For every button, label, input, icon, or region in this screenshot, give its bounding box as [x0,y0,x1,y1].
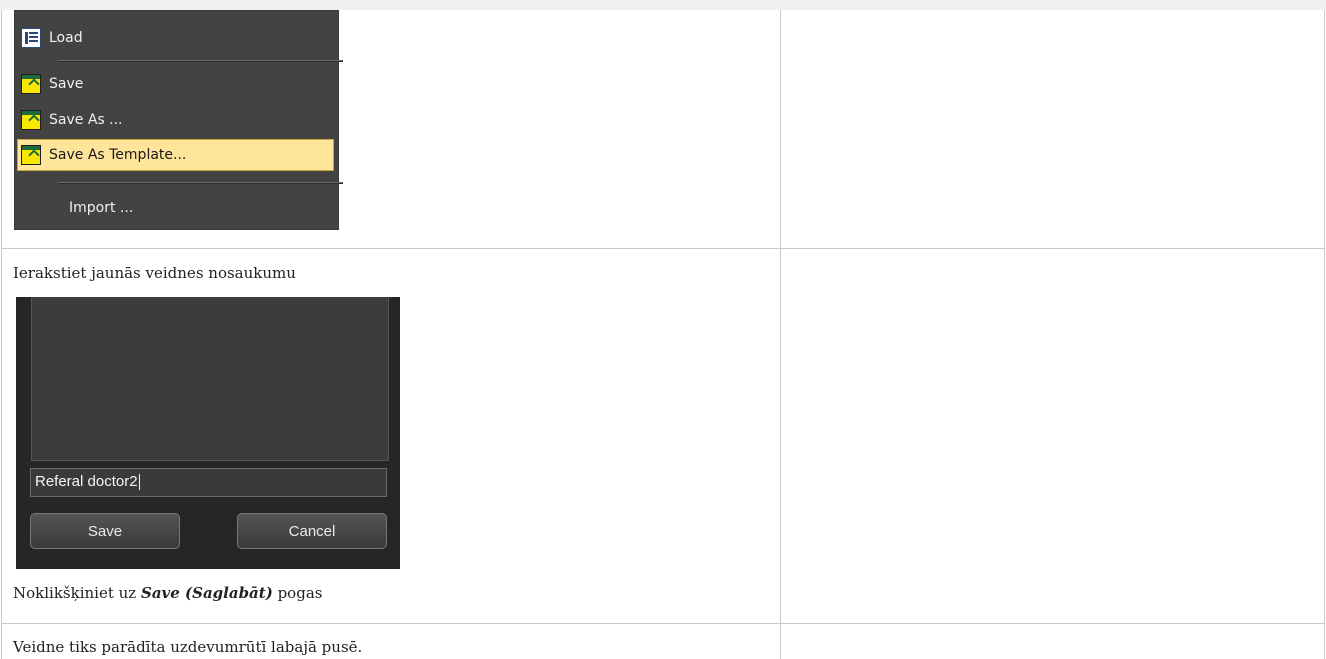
save-icon [21,145,41,165]
menu-item-load[interactable]: Load [18,24,335,52]
click-prefix: Noklikšķiniet uz [13,584,141,602]
template-name-input[interactable]: Referal doctor2 [30,468,387,497]
step2-instruction: Ierakstiet jaunās veidnes nosaukumu [13,264,296,282]
template-list[interactable] [31,297,389,461]
menu-item-label: Import ... [69,200,134,216]
cancel-button-label: Cancel [288,522,336,540]
menu-item-label: Save As ... [49,112,123,128]
menu-item-label: Load [49,30,83,46]
file-menu-screenshot: Load Save Save As ... Save As Template..… [14,10,343,230]
save-icon [21,110,41,130]
top-strip [0,0,1326,10]
save-button-label: Save [87,522,123,540]
menu-separator [58,182,343,184]
step2-click-instruction: Noklikšķiniet uz Save (Saglabāt) pogas [13,584,322,602]
menu-item-save-as-template[interactable]: Save As Template... [17,139,334,171]
text-caret [138,474,140,491]
save-template-dialog: Referal doctor2 Save Cancel [16,297,400,569]
save-icon [21,74,41,94]
table-left-border [1,10,2,659]
row-divider-2 [1,623,1325,624]
row-divider-1 [1,248,1325,249]
click-suffix: pogas [272,584,323,602]
table-right-border [1324,10,1325,659]
menu-item-import[interactable]: Import ... [18,194,335,222]
menu-separator [58,60,343,62]
menu-item-save[interactable]: Save [18,70,335,98]
save-button[interactable]: Save [30,513,180,549]
template-name-value: Referal doctor2 [35,473,138,490]
menu-item-label: Save [49,76,84,92]
menu-item-save-as[interactable]: Save As ... [18,106,335,134]
click-bold-label: Save (Saglabāt) [140,584,273,602]
menu-item-label: Save As Template... [49,147,187,163]
cancel-button[interactable]: Cancel [237,513,387,549]
table-column-divider [780,10,781,659]
load-icon [21,28,41,48]
step3-text: Veidne tiks parādīta uzdevumrūtī labajā … [13,638,363,656]
